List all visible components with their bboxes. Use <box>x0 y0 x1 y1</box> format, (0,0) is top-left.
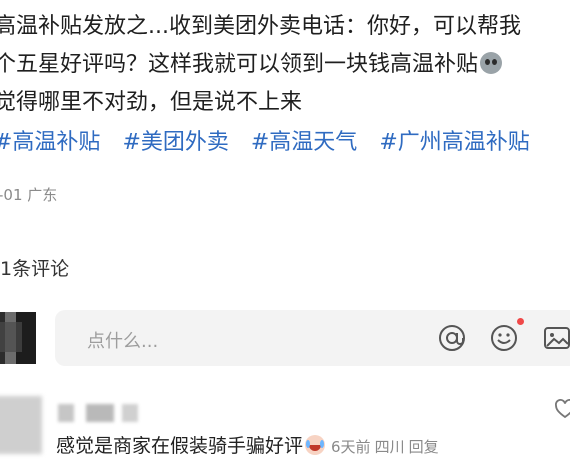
comment-meta: 6天前 四川 回复 <box>331 438 443 456</box>
hashtag-link[interactable]: #广州高温补贴 <box>379 130 529 155</box>
avatar <box>0 312 36 364</box>
weibo-post-page: 高温补贴发放之...收到美团外卖电话：你好，可以帮我 个五星好评吗？这样我就可以… <box>0 0 570 469</box>
crying-emoji-icon <box>305 435 326 455</box>
post-line-1: 高温补贴发放之...收到美团外卖电话：你好，可以帮我 <box>0 14 521 39</box>
hashtag-link[interactable]: #美团外卖 <box>122 130 228 155</box>
comment-count: 1条评论 <box>0 258 70 280</box>
comment-time: 6天前 <box>331 438 371 456</box>
comment-text: 感觉是商家在假装骑手骗好评 <box>56 435 304 457</box>
commenter-avatar[interactable] <box>0 396 42 454</box>
comment-text-row: 感觉是商家在假装骑手骗好评 6天前 四川 回复 <box>56 431 443 458</box>
post-line-2: 个五星好评吗？这样我就可以领到一块钱高温补贴 <box>0 46 570 84</box>
comment-compose-bar: 点什么... <box>0 310 570 366</box>
post-body: 高温补贴发放之...收到美团外卖电话：你好，可以帮我 个五星好评吗？这样我就可以… <box>0 8 570 122</box>
hashtag-link[interactable]: #高温天气 <box>251 130 357 155</box>
comment-input[interactable]: 点什么... <box>55 310 570 366</box>
hashtag-link[interactable]: #高温补贴 <box>0 130 100 155</box>
post-line-2-text: 个五星好评吗？这样我就可以领到一块钱高温补贴 <box>0 52 479 77</box>
commenter-name-blurred <box>58 404 138 422</box>
image-icon[interactable] <box>543 324 570 352</box>
post-meta: -01 广东 <box>0 186 58 204</box>
face-emoji-icon <box>480 52 503 74</box>
comment-location: 四川 <box>374 438 405 456</box>
smile-icon[interactable] <box>490 324 518 352</box>
hashtag-list: #高温补贴 #美团外卖 #高温天气 #广州高温补贴 <box>0 124 552 162</box>
reply-button[interactable]: 回复 <box>409 438 439 456</box>
at-icon[interactable] <box>438 324 466 352</box>
heart-icon[interactable] <box>554 398 570 420</box>
notification-dot <box>517 318 524 325</box>
comment-input-placeholder: 点什么... <box>87 331 159 352</box>
post-line-3: 觉得哪里不对劲，但是说不上来 <box>0 90 303 115</box>
comment-item: 感觉是商家在假装骑手骗好评 6天前 四川 回复 <box>0 396 570 469</box>
